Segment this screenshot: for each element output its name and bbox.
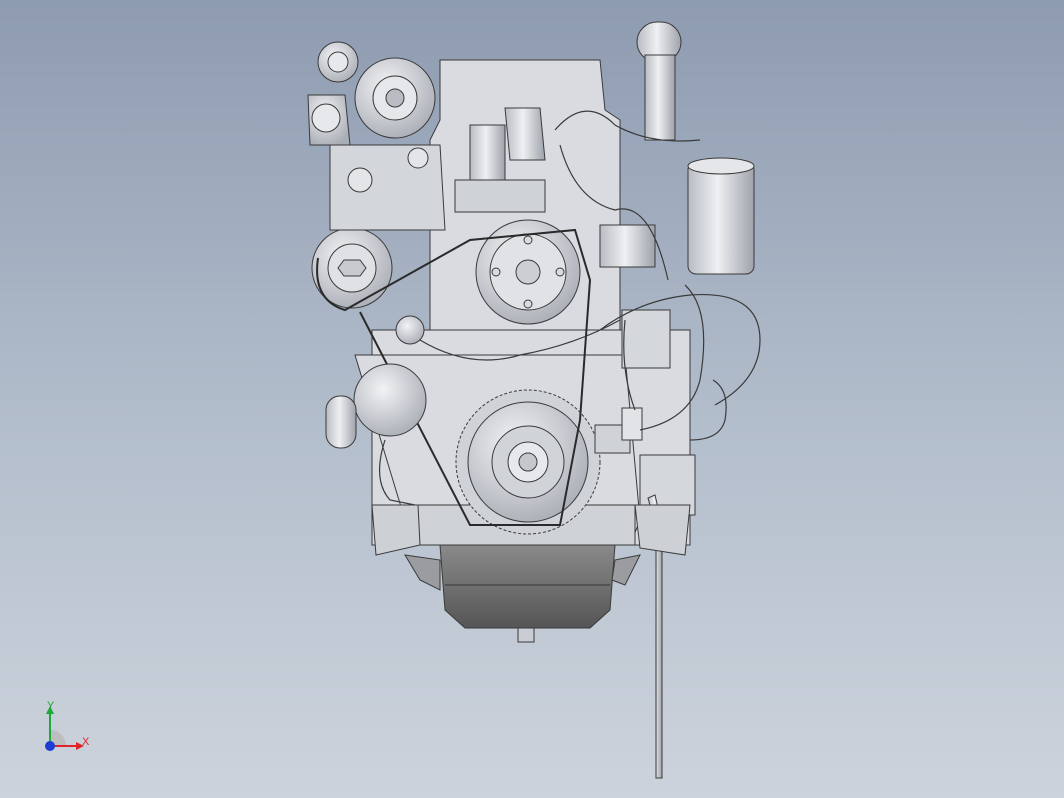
drain-plug	[517, 627, 535, 643]
z-axis-dot	[45, 741, 55, 751]
idler-pulley	[395, 315, 425, 345]
x-axis-label: X	[82, 736, 90, 748]
engine-model[interactable]	[0, 0, 1064, 798]
fuel-filter	[687, 161, 755, 275]
oil-filler	[325, 395, 357, 449]
y-axis-label: Y	[47, 700, 55, 712]
3d-viewport[interactable]: Y X	[0, 0, 1064, 798]
oil-pan	[439, 544, 616, 629]
oil-filter-housing	[353, 363, 427, 437]
